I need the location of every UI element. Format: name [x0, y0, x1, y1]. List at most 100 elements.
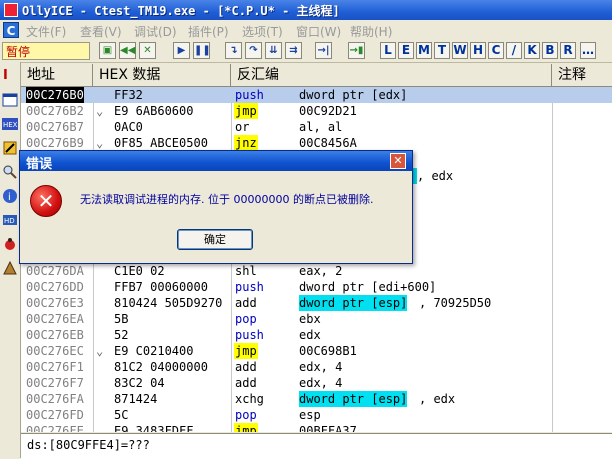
row-address: 00C276FA [26, 392, 84, 406]
table-row[interactable]: 00C276B9 ⌄ 0F85 ABCE0500 jnz 00C8456A [21, 135, 612, 151]
ok-button[interactable]: 确定 [177, 229, 253, 250]
col-hex[interactable]: HEX 数据 [93, 64, 231, 86]
table-row[interactable]: 00C276FE ⌄ E9 3483FDFF jmp 00BFFA37 [21, 423, 612, 432]
trace-over-icon[interactable]: ⇉ [285, 42, 302, 59]
table-row[interactable]: 00C276DD FFB7 00060000 push dword ptr [edi+… [21, 279, 612, 295]
step-over-icon[interactable]: ↷ [245, 42, 262, 59]
tb-threads-button[interactable]: T [434, 42, 450, 59]
close-icon[interactable]: ✕ [390, 153, 406, 169]
table-row[interactable]: 00C276F1 81C2 04000000 add edx, 4 [21, 359, 612, 375]
row-jump-marker: ⌄ [96, 344, 104, 358]
svg-text:Ⅰ: Ⅰ [3, 68, 8, 82]
tb-memory-button[interactable]: M [416, 42, 432, 59]
table-row[interactable]: 00C276EC ⌄ E9 C0210400 jmp 00C698B1 [21, 343, 612, 359]
svg-text:HEX: HEX [3, 121, 18, 129]
step-into-icon[interactable]: ↴ [225, 42, 242, 59]
row-hex: 52 [114, 328, 129, 342]
dialog-titlebar[interactable]: 错误 [20, 151, 412, 172]
row-operand: edx, 4 [299, 376, 343, 390]
row-mnemonic: push [235, 88, 264, 102]
menu-view[interactable]: 查看(V) [80, 23, 122, 40]
row-address: 00C276FE [26, 424, 84, 432]
window-title: OllyICE - Ctest_TM19.exe - [*C.P.U* - 主线… [22, 4, 340, 18]
edit-icon[interactable] [2, 140, 18, 156]
trace-into-icon[interactable]: ⇊ [265, 42, 282, 59]
menu-debug[interactable]: 调试(D) [134, 23, 177, 40]
menu-bar: C 文件(F) 查看(V) 调试(D) 插件(P) 选项(T) 窗口(W) 帮助… [0, 20, 612, 41]
table-row[interactable]: 00C276EB 52 push edx [21, 327, 612, 343]
tb-callstack-button[interactable]: K [524, 42, 540, 59]
settings-icon[interactable]: HD [2, 212, 18, 228]
table-row[interactable]: 00C276B7 0AC0 or al, al [21, 119, 612, 135]
menu-file[interactable]: 文件(F) [26, 23, 66, 40]
info-icon[interactable]: i [2, 188, 18, 204]
window-icon[interactable] [2, 92, 18, 108]
info-bar: ds:[80C9FFE4]=??? [21, 433, 612, 459]
table-row[interactable]: 00C276E3 810424 505D9270 add dword ptr [esp… [21, 295, 612, 311]
cpu-window-icon[interactable]: C [3, 22, 19, 38]
tb-windows-button[interactable]: W [452, 42, 468, 59]
error-dialog: 错误 ✕ ✕ 无法读取调试进程的内存. 位于 00000000 的断点已被删除.… [19, 150, 413, 264]
menu-help[interactable]: 帮助(H) [350, 23, 392, 40]
row-address: 00C276EA [26, 312, 84, 326]
bug-icon[interactable] [2, 236, 18, 252]
dialog-message: 无法读取调试进程的内存. 位于 00000000 的断点已被删除. [80, 193, 374, 206]
row-hex: 5B [114, 312, 129, 326]
tb-patches-button[interactable]: / [506, 42, 522, 59]
table-row[interactable]: 00C276F7 83C2 04 add edx, 4 [21, 375, 612, 391]
col-address[interactable]: 地址 [21, 64, 93, 86]
table-row[interactable]: 00C276B0 FF32 push dword ptr [edx] [21, 87, 612, 103]
tb-breakpoints-button[interactable]: B [542, 42, 558, 59]
restart-icon[interactable]: ◀◀ [119, 42, 136, 59]
tb-cpu-button[interactable]: C [488, 42, 504, 59]
row-mnemonic: add [235, 360, 257, 374]
row-address: 00C276DD [26, 280, 84, 294]
row-operand: dword ptr [edx] [299, 88, 408, 102]
row-operand: eax, 2 [299, 264, 343, 278]
menu-window[interactable]: 窗口(W) [296, 23, 341, 40]
row-mnemonic: pop [235, 312, 257, 326]
plugin-icon[interactable]: Ⅰ [2, 66, 18, 82]
table-row[interactable]: 00C276FA 871424 xchg dword ptr [esp] , edx [21, 391, 612, 407]
row-operand: edx [299, 328, 321, 342]
search-icon[interactable] [2, 164, 18, 180]
table-row[interactable]: 00C276FD 5C pop esp [21, 407, 612, 423]
hex-icon[interactable]: HEX [2, 116, 18, 132]
row-hex: C1E0 02 [114, 264, 165, 278]
run-icon[interactable]: ▶ [173, 42, 190, 59]
row-hex: 5C [114, 408, 129, 422]
tb-modules-button[interactable]: E [398, 42, 414, 59]
col-comment[interactable]: 注释 [552, 64, 612, 86]
pause-icon[interactable]: ❚❚ [193, 42, 211, 59]
row-address: 00C276B2 [26, 104, 84, 118]
row-address: 00C276B7 [26, 120, 84, 134]
goto-address-icon[interactable]: →▮ [348, 42, 365, 59]
side-toolbar: Ⅰ HEX i HD [0, 62, 21, 458]
row-mnemonic: xchg [235, 392, 264, 406]
tb-more-button[interactable]: … [580, 42, 596, 59]
row-jump-marker: ⌄ [96, 424, 104, 432]
debug-status: 暂停 [2, 42, 90, 60]
row-hex: E9 6AB60600 [114, 104, 194, 118]
open-icon[interactable]: ▣ [99, 42, 116, 59]
close-program-icon[interactable]: ✕ [139, 42, 156, 59]
tb-references-button[interactable]: R [560, 42, 576, 59]
col-disasm[interactable]: 反汇编 [231, 64, 552, 86]
row-mnemonic: jmp [234, 423, 258, 432]
execute-till-return-icon[interactable]: →| [315, 42, 332, 59]
menu-options[interactable]: 选项(T) [242, 23, 283, 40]
table-row[interactable]: 00C276EA 5B pop ebx [21, 311, 612, 327]
tools-icon[interactable] [2, 260, 18, 276]
tb-handles-button[interactable]: H [470, 42, 486, 59]
table-row[interactable]: 00C276B2 ⌄ E9 6AB60600 jmp 00C92D21 [21, 103, 612, 119]
error-icon: ✕ [30, 185, 62, 217]
row-hex: E9 C0210400 [114, 344, 194, 358]
menu-plugins[interactable]: 插件(P) [188, 23, 229, 40]
row-hex: E9 3483FDFF [114, 424, 194, 432]
row-mnemonic: jnz [234, 135, 258, 151]
toolbar: 暂停 ▣ ◀◀ ✕ ▶ ❚❚ ↴ ↷ ⇊ ⇉ →| →▮ L E M T W H… [0, 40, 612, 63]
tb-log-button[interactable]: L [380, 42, 396, 59]
row-operand: 00C92D21 [299, 104, 357, 118]
table-row[interactable]: 00C276DA C1E0 02 shl eax, 2 [21, 263, 612, 279]
row-operand: 00C698B1 [299, 344, 357, 358]
